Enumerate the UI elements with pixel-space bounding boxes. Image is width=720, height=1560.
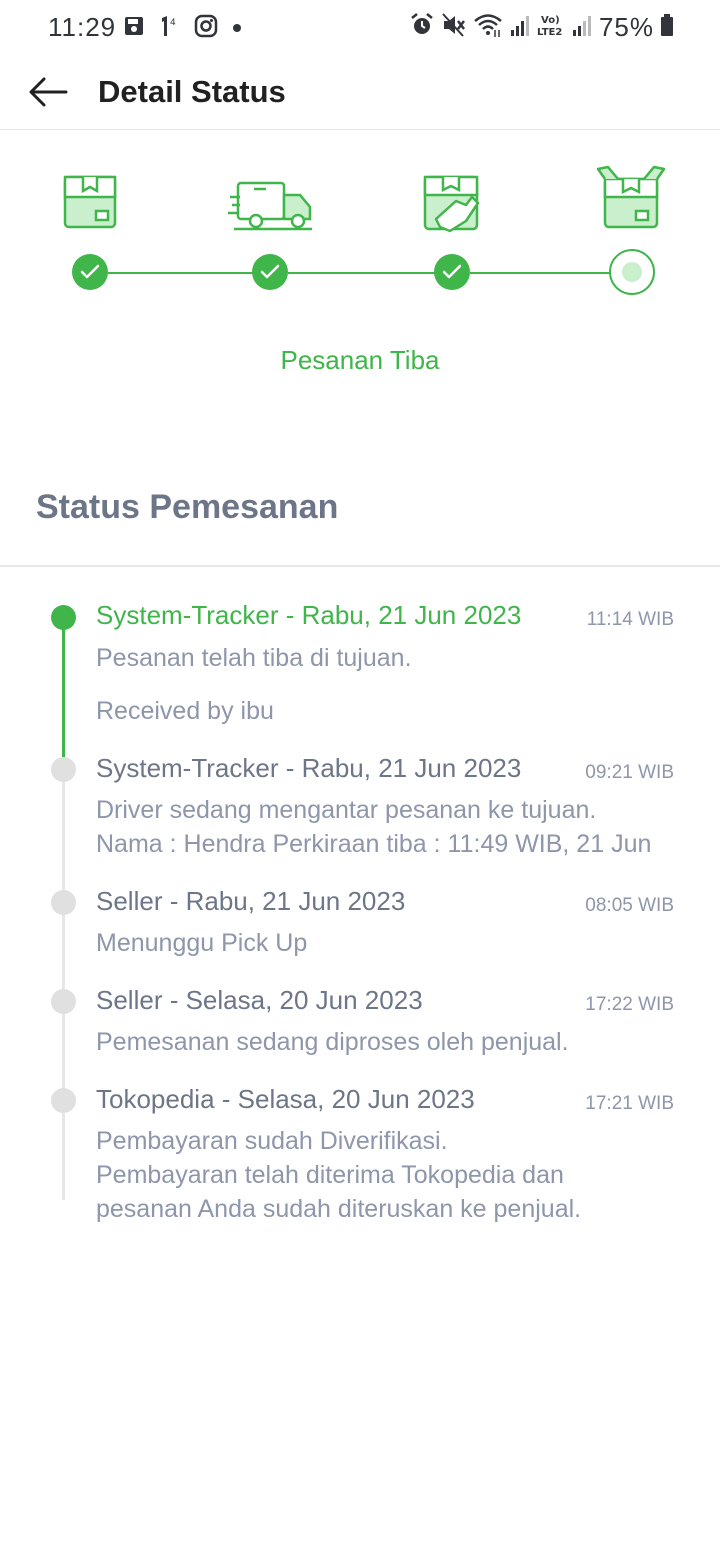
volte-lte2-icon: Vo) LTE2 bbox=[537, 12, 565, 43]
timeline-dot bbox=[51, 989, 76, 1014]
order-progress-stepper: Pesanan Tiba bbox=[0, 131, 720, 431]
entry-description: Pesanan telah tiba di tujuan. bbox=[96, 644, 412, 672]
open-package-icon bbox=[586, 165, 676, 235]
entry-title: System-Tracker - Rabu, 21 Jun 2023 bbox=[96, 600, 522, 630]
checkmark-icon bbox=[80, 264, 100, 279]
svg-text:LTE2: LTE2 bbox=[537, 27, 562, 38]
entry-title: Seller - Selasa, 20 Jun 2023 bbox=[96, 985, 423, 1015]
timeline-dot bbox=[51, 1088, 76, 1113]
entry-time: 17:21 WIB bbox=[585, 1093, 674, 1114]
timeline-dot bbox=[51, 605, 76, 630]
entry-time: 17:22 WIB bbox=[585, 994, 674, 1015]
signal-icon bbox=[509, 13, 531, 42]
step-current-indicator bbox=[609, 249, 655, 295]
checkmark-icon bbox=[260, 264, 280, 279]
entry-note: Received by ibu bbox=[96, 697, 274, 725]
entry-time: 09:21 WIB bbox=[585, 762, 674, 783]
svg-text:Vo): Vo) bbox=[541, 15, 560, 26]
app-header: Detail Status bbox=[0, 56, 720, 130]
instagram-icon bbox=[194, 14, 218, 43]
arrow-left-icon bbox=[29, 77, 68, 107]
delivery-truck-icon bbox=[226, 165, 316, 235]
wifi-icon bbox=[473, 12, 503, 43]
package-handover-icon bbox=[406, 165, 496, 235]
entry-title: Seller - Rabu, 21 Jun 2023 bbox=[96, 886, 406, 916]
entry-title: System-Tracker - Rabu, 21 Jun 2023 bbox=[96, 753, 522, 783]
step-connector bbox=[288, 272, 436, 274]
entry-title: Tokopedia - Selasa, 20 Jun 2023 bbox=[96, 1084, 475, 1114]
status-bar: 11:29 4 Vo) LTE2 75% bbox=[0, 0, 720, 56]
battery-percentage: 75% bbox=[598, 12, 654, 42]
checkmark-icon bbox=[442, 264, 462, 279]
step-complete-indicator bbox=[434, 254, 470, 290]
signal-icon-2 bbox=[571, 13, 593, 42]
mute-icon bbox=[441, 12, 467, 43]
entry-time: 08:05 WIB bbox=[585, 895, 674, 916]
dot-icon bbox=[232, 20, 242, 38]
divider bbox=[0, 565, 720, 567]
alarm-icon bbox=[409, 12, 435, 43]
timeline-dot bbox=[51, 757, 76, 782]
save-icon bbox=[124, 16, 144, 41]
timeline-line bbox=[62, 760, 65, 1200]
step-complete-indicator bbox=[72, 254, 108, 290]
timeline-line-active bbox=[62, 616, 65, 760]
timeline-dot bbox=[51, 890, 76, 915]
entry-description: Menunggu Pick Up bbox=[96, 929, 308, 957]
current-step-label: Pesanan Tiba bbox=[280, 345, 440, 375]
battery-icon bbox=[660, 13, 674, 42]
step-complete-indicator bbox=[252, 254, 288, 290]
entry-time: 11:14 WIB bbox=[586, 609, 674, 630]
status-time: 11:29 bbox=[48, 12, 117, 42]
notification-count-icon: 4 bbox=[158, 14, 180, 43]
step-connector bbox=[470, 272, 610, 274]
svg-text:4: 4 bbox=[170, 18, 176, 28]
step-connector bbox=[108, 272, 254, 274]
entry-description: Pembayaran sudah Diverifikasi. Pembayara… bbox=[96, 1127, 582, 1223]
page-title: Detail Status bbox=[98, 74, 286, 109]
entry-description: Driver sedang mengantar pesanan ke tujua… bbox=[96, 796, 652, 858]
section-title: Status Pemesanan bbox=[36, 488, 339, 526]
package-icon bbox=[46, 165, 136, 235]
back-button[interactable] bbox=[26, 70, 70, 114]
entry-description: Pemesanan sedang diproses oleh penjual. bbox=[96, 1028, 569, 1056]
